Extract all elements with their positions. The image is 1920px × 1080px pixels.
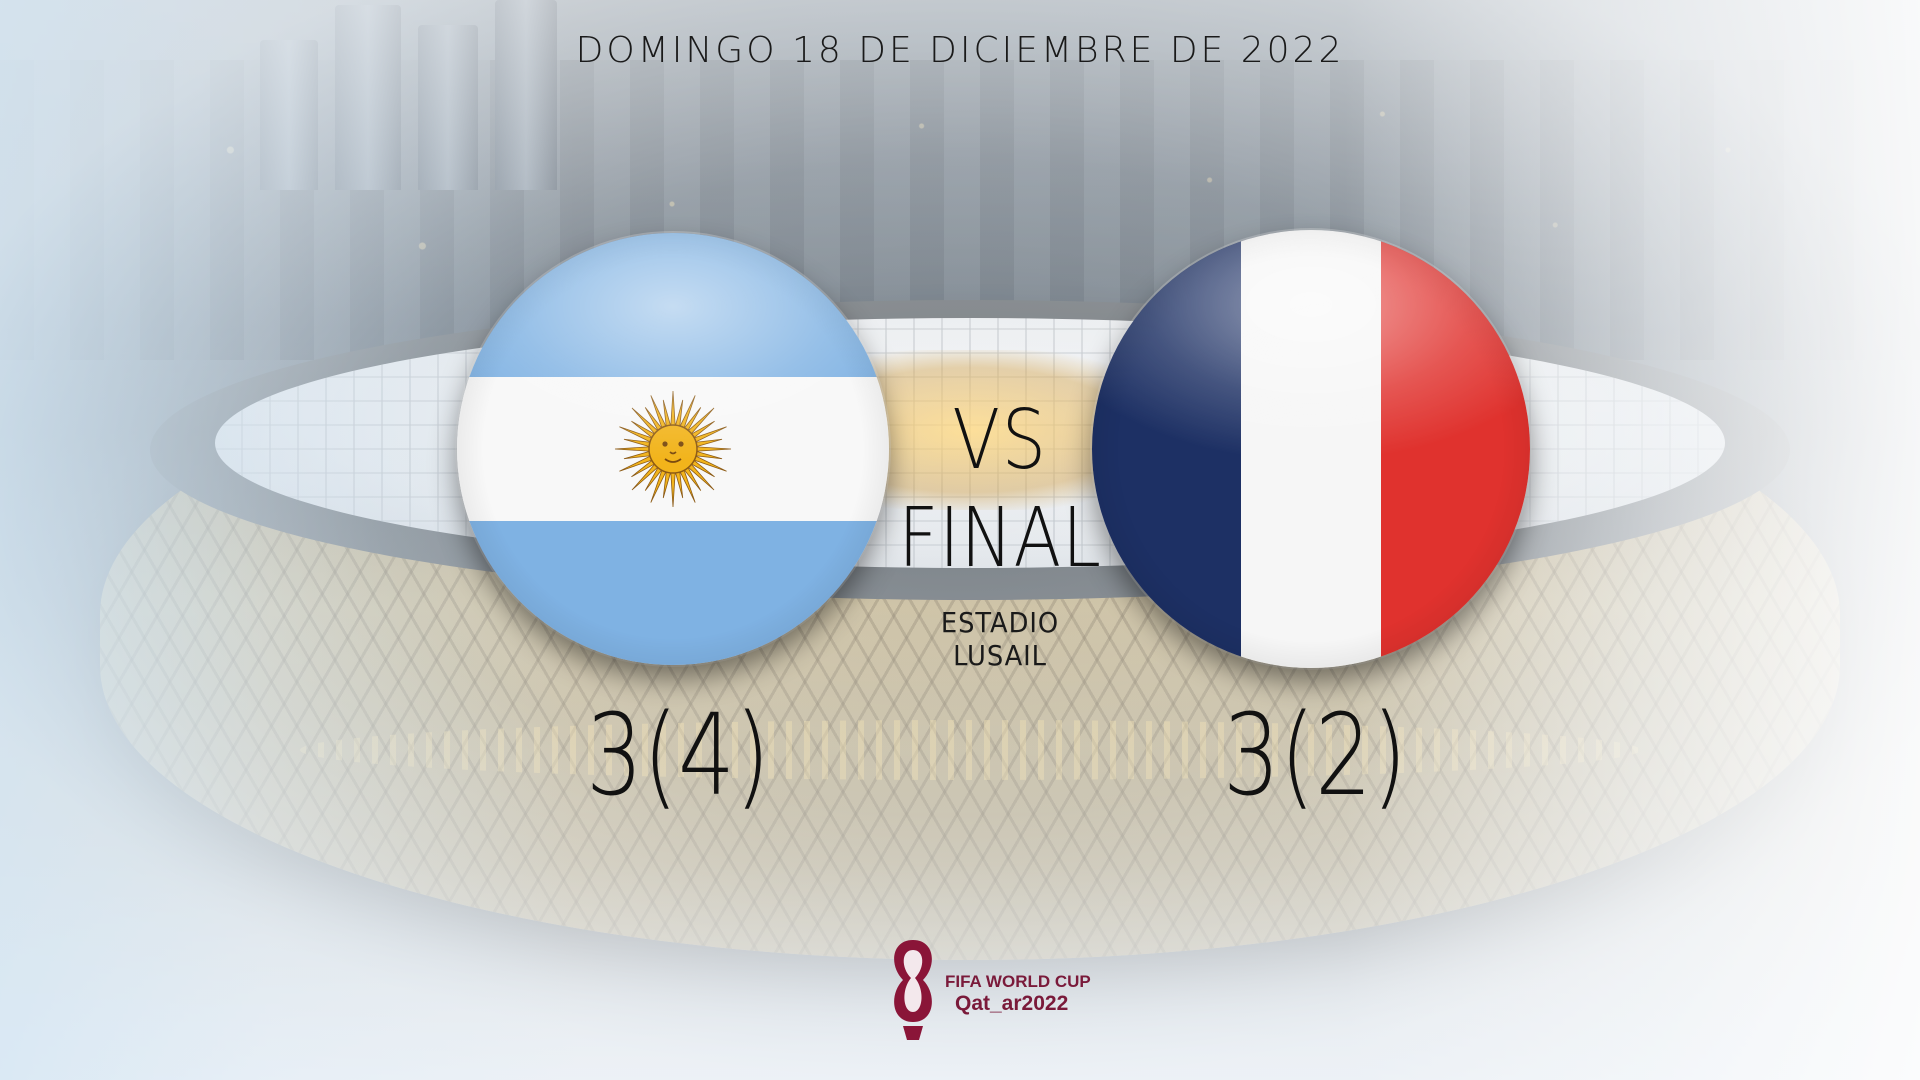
argentina-flag-icon (457, 233, 889, 665)
venue-label: ESTADIO LUSAIL (940, 606, 1060, 672)
logo-text-fifa: FIFA WORLD CUP (945, 972, 1091, 991)
stage-label: FINAL (898, 491, 1102, 586)
logo-text-qatar: Qat_ar2022 (955, 992, 1069, 1015)
trophy-emblem-icon (894, 940, 932, 1040)
flag-gloss (457, 233, 889, 665)
flag-gloss (1092, 230, 1530, 668)
match-date: DOMINGO 18 DE DICIEMBRE DE 2022 (575, 30, 1345, 71)
versus-label: VS (952, 393, 1048, 488)
world-cup-logo: FIFA WORLD CUP Qat_ar2022 (885, 936, 1105, 1046)
france-flag-icon (1092, 230, 1530, 668)
away-score: 3(2) (1223, 691, 1407, 821)
home-score: 3(4) (586, 691, 770, 821)
